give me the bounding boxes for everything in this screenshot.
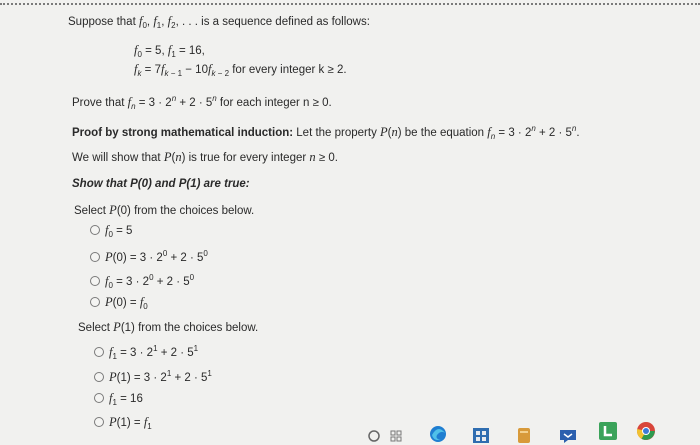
edge-browser-icon[interactable] [428,422,448,444]
p0-option-3[interactable]: f0 = 3 · 20 + 2 · 50 [90,271,194,293]
circle-icon[interactable] [368,428,380,442]
radio-button[interactable] [94,347,104,357]
l-app-icon[interactable] [598,420,618,442]
radio-button[interactable] [90,276,100,286]
radio-button[interactable] [94,393,104,403]
definition-line-1: f0 = 5, f1 = 16, [134,43,205,59]
radio-button[interactable] [90,225,100,235]
p0-option-2[interactable]: P(0) = 3 · 20 + 2 · 50 [90,247,208,265]
store-icon[interactable] [472,422,490,444]
radio-button[interactable] [90,252,100,262]
definition-line-2: fk = 7fk − 1 − 10fk − 2 for every intege… [134,62,347,78]
radio-button[interactable] [94,372,104,382]
base-case-heading: Show that P(0) and P(1) are true: [72,178,250,190]
app-icon[interactable] [516,422,532,444]
p0-option-1[interactable]: f0 = 5 [90,223,132,242]
chat-icon[interactable] [558,422,578,444]
p1-option-4[interactable]: P(1) = f1 [94,415,152,434]
p1-option-2[interactable]: P(1) = 3 · 21 + 2 · 51 [94,367,212,385]
grid-icon[interactable] [390,428,404,442]
p1-option-3[interactable]: f1 = 16 [94,391,143,410]
show-all-statement: We will show that P(n) is true for every… [72,150,338,164]
radio-button[interactable] [94,417,104,427]
select-p1-label: Select P(1) from the choices below. [78,320,259,334]
sequence-terms: f0, f1, f2, . . . [138,14,198,30]
chrome-icon[interactable] [636,421,656,441]
radio-button[interactable] [90,297,100,307]
select-p0-label: Select P(0) from the choices below. [74,203,255,217]
p1-option-1[interactable]: f1 = 3 · 21 + 2 · 51 [94,342,198,364]
intro-text: Suppose that f0, f1, f2, . . . is a sequ… [68,14,370,30]
prove-statement: Prove that fn = 3 · 2n + 2 · 5n for each… [72,94,332,111]
proof-statement: Proof by strong mathematical induction: … [72,124,580,141]
p0-option-4[interactable]: P(0) = f0 [90,295,148,314]
taskbar [340,418,700,445]
question-page: Suppose that f0, f1, f2, . . . is a sequ… [0,0,700,445]
